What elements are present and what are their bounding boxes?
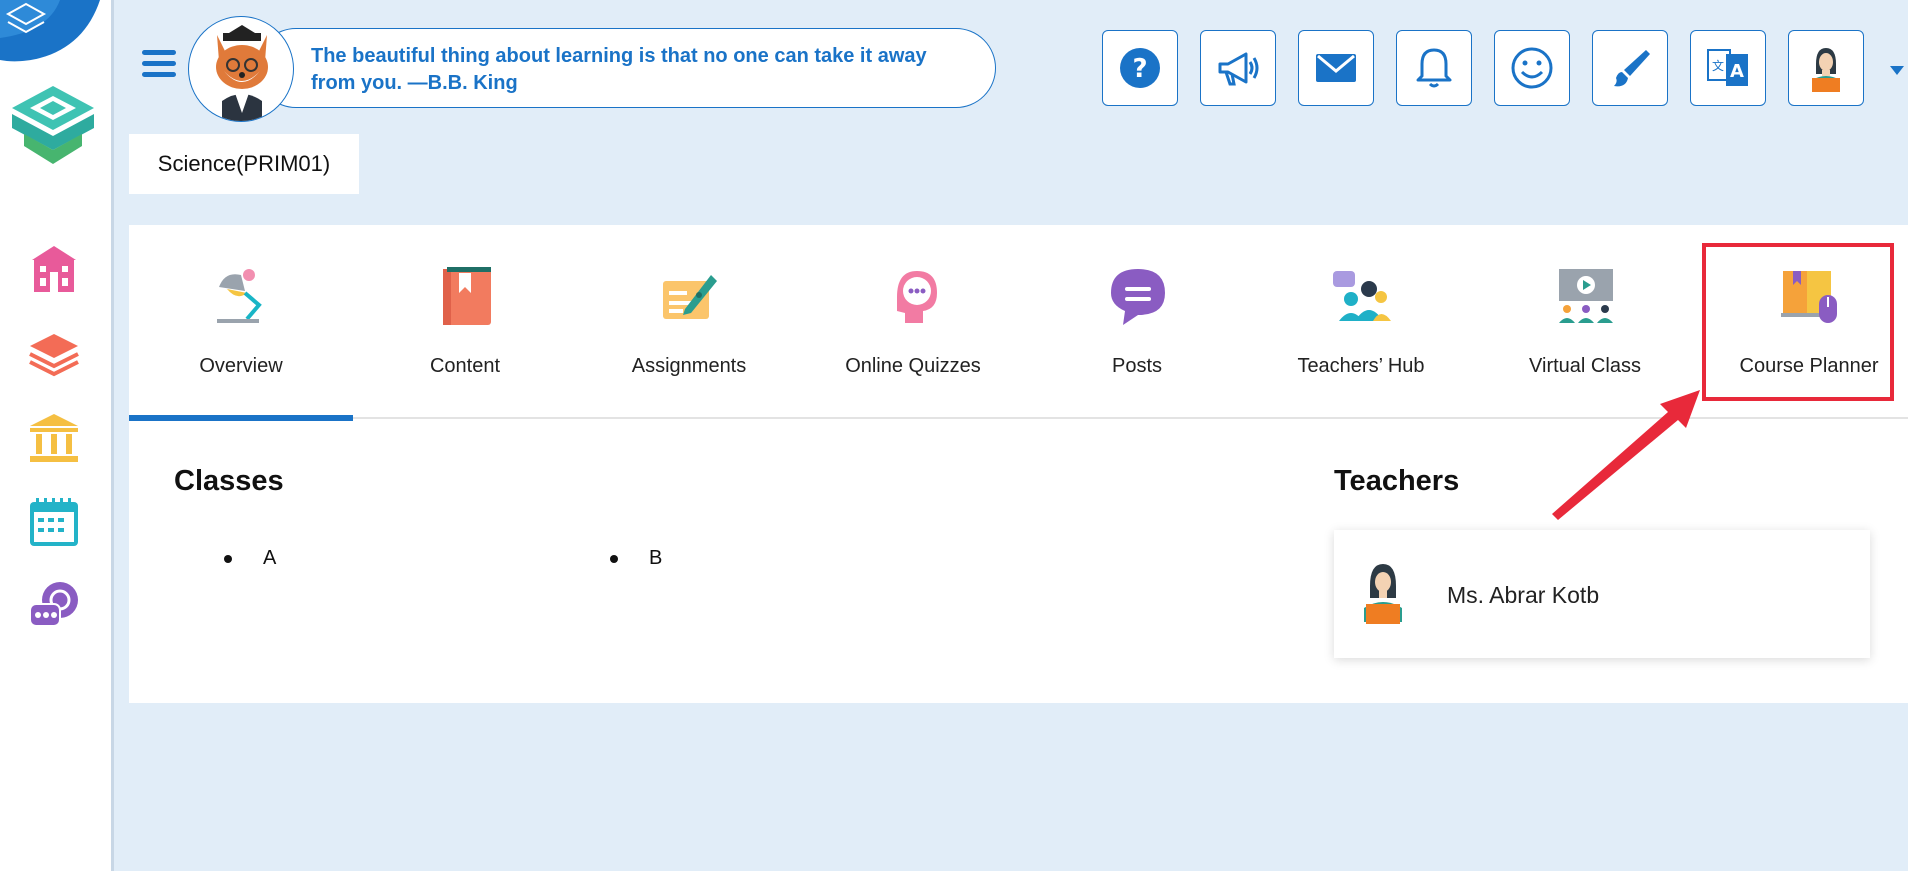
tab-content[interactable]: Content (353, 225, 577, 419)
tab-posts[interactable]: Posts (1025, 225, 1249, 419)
pen-paper-icon (663, 275, 717, 319)
notifications-button[interactable] (1396, 30, 1472, 106)
language-icon: A 文 (1707, 49, 1748, 86)
language-button[interactable]: A 文 (1690, 30, 1766, 106)
tab-label: Teachers’ Hub (1297, 355, 1425, 377)
course-panel: Overview Content Assignments Online Quiz… (129, 225, 1908, 703)
fox-mascot-avatar (188, 16, 294, 122)
tab-label: Overview (199, 355, 283, 377)
help-button[interactable]: ? (1102, 30, 1178, 106)
thinking-head-icon (897, 271, 937, 323)
theme-brush-icon (1614, 50, 1650, 87)
notifications-icon (1416, 48, 1452, 88)
tab-course-planner[interactable]: Course Planner (1697, 225, 1908, 419)
corner-decoration (0, 0, 100, 62)
teacher-name: Ms. Abrar Kotb (1447, 582, 1600, 608)
mood-button[interactable] (1494, 30, 1570, 106)
classes-heading: Classes (174, 465, 284, 497)
hamburger-bar (142, 50, 176, 55)
smiley-icon (1511, 47, 1553, 89)
class-name: A (263, 547, 277, 569)
mail-button[interactable] (1298, 30, 1374, 106)
book-icon (443, 267, 491, 325)
tab-label: Virtual Class (1529, 355, 1641, 377)
desk-lamp-icon (217, 269, 262, 323)
planner-icon (1781, 271, 1837, 323)
app-logo[interactable] (10, 84, 96, 166)
bullet-icon (610, 555, 618, 563)
hamburger-bar (142, 61, 176, 66)
theme-button[interactable] (1592, 30, 1668, 106)
tab-label: Posts (1111, 355, 1163, 377)
announcements-button[interactable] (1200, 30, 1276, 106)
quote-bubble: The beautiful thing about learning is th… (256, 28, 996, 108)
tab-label: Online Quizzes (845, 355, 981, 377)
user-menu-caret[interactable] (1890, 66, 1904, 75)
tab-virtual-class[interactable]: Virtual Class (1473, 225, 1697, 419)
tab-label: Content (429, 355, 501, 377)
people-chat-icon (1333, 271, 1391, 321)
teacher-avatar-icon (1364, 564, 1402, 624)
svg-text:A: A (1730, 61, 1744, 82)
calendar-icon[interactable] (26, 494, 82, 550)
user-avatar-icon (1812, 48, 1840, 92)
class-item[interactable]: A (224, 547, 277, 570)
course-title: Science(PRIM01) (129, 134, 359, 194)
quote-text: The beautiful thing about learning is th… (311, 45, 927, 94)
class-name: B (649, 547, 663, 569)
sidebar (0, 0, 114, 871)
tab-teachers-hub[interactable]: Teachers’ Hub (1249, 225, 1473, 419)
svg-text:文: 文 (1712, 58, 1724, 73)
bullet-icon (224, 555, 232, 563)
help-icon: ? (1120, 48, 1160, 88)
tab-assignments[interactable]: Assignments (577, 225, 801, 419)
tab-label: Assignments (631, 355, 747, 377)
layers-icon[interactable] (26, 326, 82, 382)
school-icon[interactable] (26, 242, 82, 298)
fox-mascot-icon (216, 25, 268, 121)
tab-online-quizzes[interactable]: Online Quizzes (801, 225, 1025, 419)
tab-overview[interactable]: Overview (129, 225, 353, 421)
chat-icon[interactable] (26, 578, 82, 634)
user-profile-button[interactable] (1788, 30, 1864, 106)
tab-label: Course Planner (1739, 355, 1879, 377)
mail-icon (1316, 54, 1356, 82)
svg-text:?: ? (1132, 54, 1147, 84)
message-icon (1111, 269, 1165, 325)
course-tabs: Overview Content Assignments Online Quiz… (129, 225, 1908, 421)
announcement-icon (1218, 52, 1259, 86)
hamburger-bar (142, 72, 176, 77)
classroom-icon (1559, 269, 1613, 323)
teachers-heading: Teachers (1334, 465, 1460, 497)
menu-toggle-button[interactable] (142, 50, 176, 80)
teacher-card[interactable]: Ms. Abrar Kotb (1334, 530, 1870, 658)
institution-icon[interactable] (26, 410, 82, 466)
class-item[interactable]: B (610, 547, 663, 570)
